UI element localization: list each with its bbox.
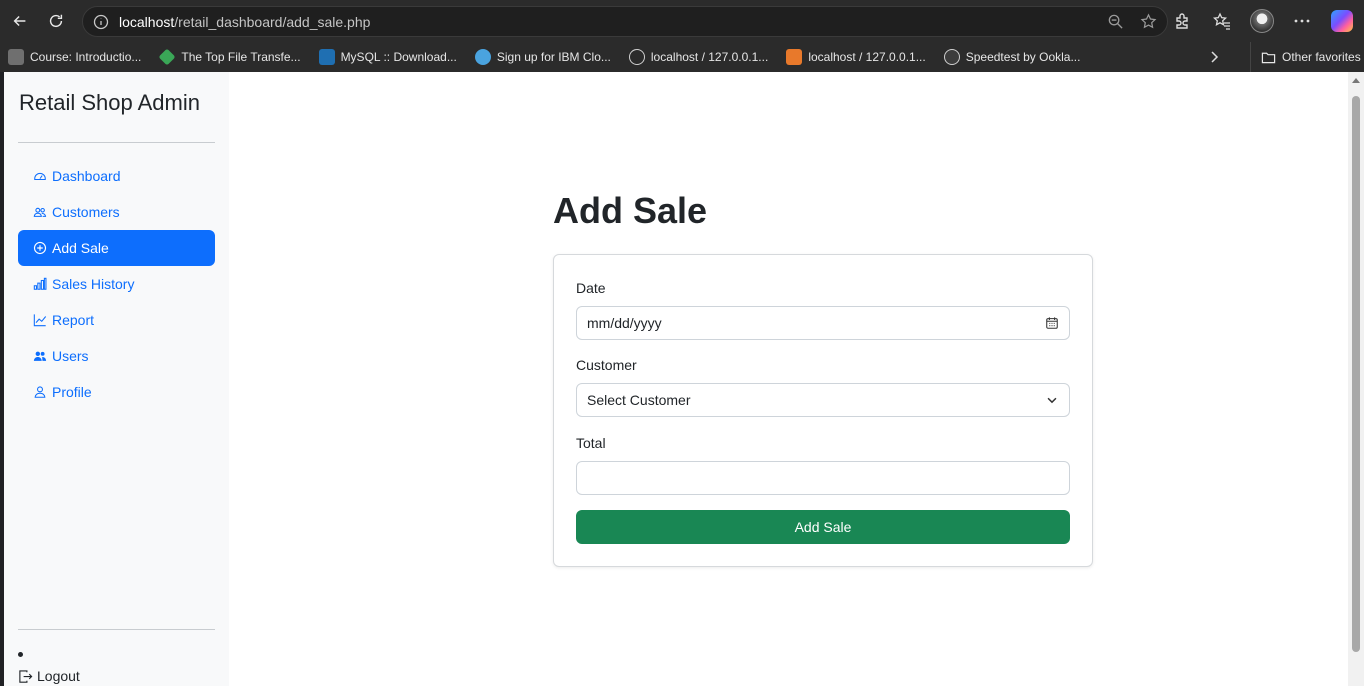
info-icon[interactable] [93,14,109,30]
list-bullet [18,652,23,657]
bookmark-0[interactable]: Course: Introductio... [8,49,141,65]
copilot-icon [1331,10,1353,32]
puzzle-icon [1176,13,1188,29]
bookmark-label: Course: Introductio... [30,50,142,64]
url-host: localhost [119,13,175,30]
scroll-up-icon[interactable] [1352,78,1360,83]
bookmark-label: MySQL :: Download... [340,50,457,64]
bookmark-label: Sign up for IBM Clo... [496,50,611,64]
date-input[interactable]: mm/dd/yyyy [576,306,1070,340]
extensions-button[interactable] [1168,5,1196,37]
refresh-icon [49,14,63,28]
sidebar-item-label: Report [52,312,95,328]
sidebar-item-users[interactable]: Users [18,338,215,374]
bookmark-label: localhost / 127.0.0.1... [808,50,926,64]
url-text: localhost/retail_dashboard/add_sale.php [119,14,370,30]
people-icon [33,207,47,217]
browser-toolbar: localhost/retail_dashboard/add_sale.php [0,0,1364,42]
total-input[interactable] [576,461,1070,495]
total-label: Total [576,435,606,451]
back-button[interactable] [4,5,36,37]
arrow-left-icon [13,15,26,27]
sidebar-item-label: Profile [52,384,92,400]
speedtest-icon [943,49,960,65]
sidebar-item-label: Customers [52,204,120,220]
sidebar: Retail Shop Admin Dashboard Customers Ad… [4,72,229,686]
address-bar[interactable]: localhost/retail_dashboard/add_sale.php [82,6,1168,37]
bookmark-6[interactable]: Speedtest by Ookla... [943,49,1081,65]
sidebar-bottom-divider [18,629,215,630]
bookmark-favicon-icon [786,49,803,65]
person-icon [34,386,46,398]
scroll-thumb[interactable] [1352,96,1360,652]
sidebar-divider [18,142,215,143]
customer-select[interactable]: Select Customer [576,383,1070,417]
logout-link[interactable]: Logout [18,668,80,684]
logout-icon [19,669,33,683]
bookmark-5[interactable]: localhost / 127.0.0.1... [786,49,926,65]
sidebar-item-sales-history[interactable]: Sales History [18,266,215,302]
bookmark-favicon-icon [318,49,335,65]
bookmark-favicon-icon [474,49,491,65]
zoom-icon[interactable] [1107,13,1124,30]
plus-circle-icon [33,241,47,255]
bookmark-favicon-icon [8,49,24,65]
bar-chart-icon [33,277,47,290]
customer-selected: Select Customer [587,392,691,408]
page-scrollbar[interactable] [1348,72,1364,686]
chevron-down-icon [1047,397,1057,404]
bookmarks-bar: Course: Introductio... The Top File Tran… [0,42,1364,72]
sidebar-item-dashboard[interactable]: Dashboard [18,158,215,194]
other-favorites-label: Other favorites [1282,50,1361,64]
sidebar-item-profile[interactable]: Profile [18,374,215,410]
bookmark-label: The Top File Transfe... [181,50,301,64]
logout-label: Logout [37,668,80,684]
sidebar-item-report[interactable]: Report [18,302,215,338]
folder-icon [1261,52,1276,63]
bookmark-2[interactable]: MySQL :: Download... [318,49,457,65]
add-sale-button[interactable]: Add Sale [576,510,1070,544]
sidebar-nav: Dashboard Customers Add Sale Sales Histo… [18,158,215,410]
customer-label: Customer [576,357,637,373]
calendar-icon[interactable] [1045,316,1059,330]
line-chart-icon [33,314,47,327]
sidebar-item-label: Sales History [52,276,135,292]
more-button[interactable] [1288,5,1316,37]
bookmark-label: Speedtest by Ookla... [965,50,1081,64]
add-sale-form: Date mm/dd/yyyy Customer Select Customer… [553,254,1093,567]
more-icon [1294,19,1310,23]
favorites-button[interactable] [1208,5,1236,37]
bookmark-1[interactable]: The Top File Transfe... [158,48,301,66]
date-placeholder: mm/dd/yyyy [587,315,662,331]
sidebar-item-label: Dashboard [52,168,121,184]
bookmark-3[interactable]: Sign up for IBM Clo... [474,49,611,65]
other-favorites[interactable]: Other favorites [1250,42,1361,72]
bookmark-4[interactable]: localhost / 127.0.0.1... [628,49,769,65]
sidebar-item-label: Users [52,348,89,364]
page: Retail Shop Admin Dashboard Customers Ad… [4,72,1348,686]
sidebar-item-add-sale[interactable]: Add Sale [18,230,215,266]
copilot-button[interactable] [1328,5,1356,37]
star-icon[interactable] [1140,13,1157,30]
date-label: Date [576,280,606,296]
refresh-button[interactable] [40,5,72,37]
profile-button[interactable] [1248,5,1276,37]
sidebar-item-customers[interactable]: Customers [18,194,215,230]
page-title: Add Sale [553,190,708,231]
url-path: /retail_dashboard/add_sale.php [174,13,371,30]
favorites-icon [1213,12,1230,30]
speedometer-icon [34,172,46,181]
brand-title: Retail Shop Admin [19,90,200,115]
chevron-right-icon[interactable] [1206,49,1222,65]
globe-icon [628,49,645,65]
bookmark-label: localhost / 127.0.0.1... [650,50,769,64]
sidebar-item-label: Add Sale [52,240,109,256]
people-fill-icon [33,351,47,361]
avatar [1250,9,1274,33]
bookmark-favicon-icon [158,48,176,66]
